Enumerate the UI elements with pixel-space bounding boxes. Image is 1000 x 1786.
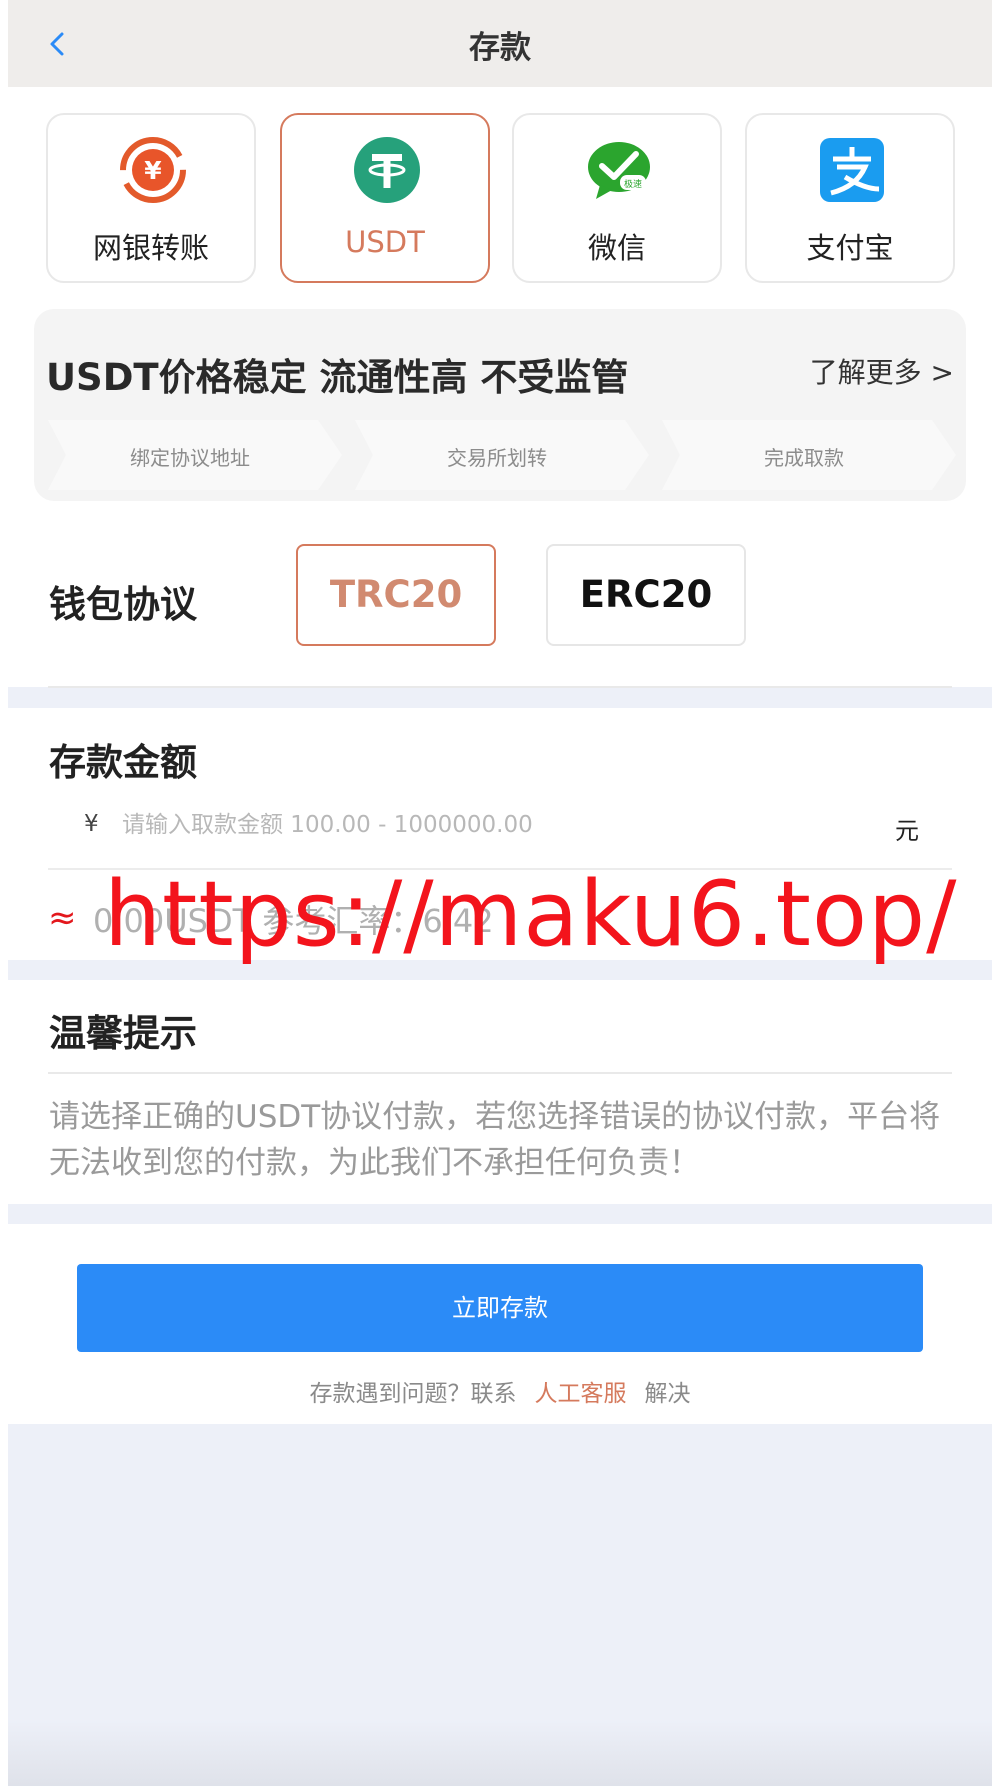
bank-transfer-icon: ¥ (120, 137, 186, 203)
help-prefix: 存款遇到问题？联系 (309, 1381, 517, 1407)
svg-text:极速: 极速 (624, 178, 642, 190)
customer-service-link[interactable]: 人工客服 (535, 1381, 627, 1407)
step-label: 绑定协议地址 (130, 446, 250, 470)
divider (48, 1072, 952, 1074)
bottom-fade (8, 1720, 992, 1786)
alipay-icon (820, 138, 884, 202)
steps-bar: 绑定协议地址 交易所划转 完成取款 (48, 420, 958, 490)
method-wechat[interactable]: 极速 微信 (512, 113, 722, 283)
watermark-url: https://maku6.top/ (104, 862, 958, 967)
divider (48, 686, 952, 688)
protocol-option-label: TRC20 (329, 573, 463, 616)
page-title: 存款 (469, 30, 531, 66)
app-frame: 存款 ¥ 网银转账 USDT 极速 微信 支付宝 USDT价格稳定 流通性高 不… (8, 0, 992, 1786)
amount-input[interactable] (122, 800, 802, 850)
step-label: 完成取款 (764, 446, 844, 470)
svg-text:¥: ¥ (144, 156, 162, 185)
currency-unit: 元 (895, 817, 919, 845)
deposit-now-button[interactable]: 立即存款 (77, 1264, 923, 1352)
method-alipay[interactable]: 支付宝 (745, 113, 955, 283)
step-label: 交易所划转 (447, 446, 547, 470)
tether-icon (354, 137, 420, 203)
promo-title: USDT价格稳定 流通性高 不受监管 (46, 356, 629, 399)
help-suffix: 解决 (644, 1381, 691, 1407)
step-bind-address: 绑定协议地址 (48, 420, 342, 490)
protocol-option-label: ERC20 (579, 573, 713, 616)
method-label: 网银转账 (92, 231, 209, 265)
help-line: 存款遇到问题？联系 人工客服 解决 (8, 1374, 992, 1408)
approx-symbol: ≈ (48, 898, 77, 938)
method-label: 微信 (587, 231, 646, 265)
method-usdt[interactable]: USDT (280, 113, 490, 283)
tips-title: 温馨提示 (49, 1012, 197, 1055)
step-exchange-transfer: 交易所划转 (355, 420, 649, 490)
method-label: 支付宝 (806, 231, 894, 265)
top-bar: 存款 (8, 0, 992, 87)
protocol-label: 钱包协议 (49, 583, 197, 626)
step-complete: 完成取款 (662, 420, 956, 490)
method-bank-transfer[interactable]: ¥ 网银转账 (46, 113, 256, 283)
usdt-promo-box: USDT价格稳定 流通性高 不受监管 了解更多 > 绑定协议地址 交易所划转 完… (34, 309, 966, 501)
amount-section-title: 存款金额 (49, 741, 197, 784)
tips-text: 请选择正确的USDT协议付款，若您选择错误的协议付款，平台将无法收到您的付款，为… (49, 1099, 941, 1181)
method-label: USDT (345, 225, 425, 259)
protocol-erc20-button[interactable]: ERC20 (546, 544, 746, 646)
learn-more-link[interactable]: 了解更多 > (810, 351, 954, 391)
currency-symbol: ¥ (84, 811, 99, 837)
protocol-trc20-button[interactable]: TRC20 (296, 544, 496, 646)
wechat-icon: 极速 (588, 142, 650, 199)
